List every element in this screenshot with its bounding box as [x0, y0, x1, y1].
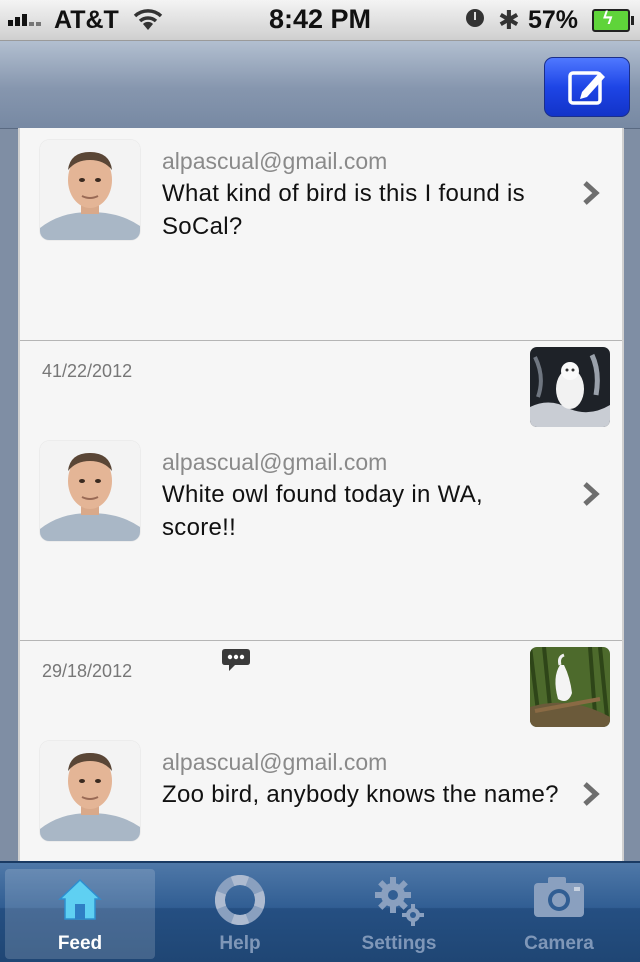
user-avatar: [40, 441, 140, 541]
home-icon: [58, 878, 102, 920]
feed-post[interactable]: 29/18/2012 alpascual@gmail.com Zoo bird,…: [20, 640, 622, 861]
battery-icon: ϟ: [592, 8, 634, 32]
tab-camera[interactable]: Camera: [484, 869, 634, 959]
bluetooth-icon: ✱: [498, 5, 520, 35]
post-photo-thumbnail[interactable]: [530, 347, 610, 427]
post-text: Zoo bird, anybody knows the name?: [162, 781, 559, 808]
post-text: White owl found today in WA, score!!: [162, 481, 483, 541]
alarm-clock-icon: [466, 9, 484, 27]
tab-label: Camera: [524, 933, 594, 954]
tab-help[interactable]: Help: [165, 869, 315, 959]
navigation-bar: [0, 41, 640, 129]
feed-post[interactable]: 41/22/2012 alpascual@gmail.com White owl…: [20, 340, 622, 641]
battery-percentage: 57%: [528, 6, 579, 34]
post-text: What kind of bird is this I found is SoC…: [162, 180, 525, 240]
tab-bar: Feed Help Settings Camera: [0, 861, 640, 962]
post-date: 41/22/2012: [42, 361, 133, 381]
post-date: 29/18/2012: [42, 661, 133, 681]
user-avatar: [40, 741, 140, 841]
post-author-email[interactable]: alpascual@gmail.com: [162, 449, 387, 476]
tab-label: Settings: [361, 933, 437, 954]
comment-bubble-icon[interactable]: [221, 647, 251, 673]
chevron-right-icon[interactable]: [580, 180, 602, 206]
compose-button[interactable]: [544, 57, 630, 117]
tab-label: Help: [219, 933, 261, 954]
chevron-right-icon[interactable]: [580, 481, 602, 507]
feed-list[interactable]: alpascual@gmail.com What kind of bird is…: [18, 128, 624, 861]
lifebuoy-icon: [215, 875, 265, 925]
post-photo-thumbnail[interactable]: [530, 647, 610, 727]
chevron-right-icon[interactable]: [580, 781, 602, 807]
tab-settings[interactable]: Settings: [324, 869, 474, 959]
compose-icon: [568, 71, 605, 105]
user-avatar: [40, 140, 140, 240]
feed-post[interactable]: alpascual@gmail.com What kind of bird is…: [20, 128, 622, 340]
post-author-email[interactable]: alpascual@gmail.com: [162, 749, 387, 776]
post-author-email[interactable]: alpascual@gmail.com: [162, 148, 387, 175]
gears-icon: [375, 877, 424, 926]
status-bar: AT&T 8:42 PM ✱ 57% ϟ: [0, 0, 640, 41]
tab-feed[interactable]: Feed: [5, 869, 155, 959]
camera-icon: [534, 877, 584, 917]
tab-label: Feed: [57, 933, 103, 954]
